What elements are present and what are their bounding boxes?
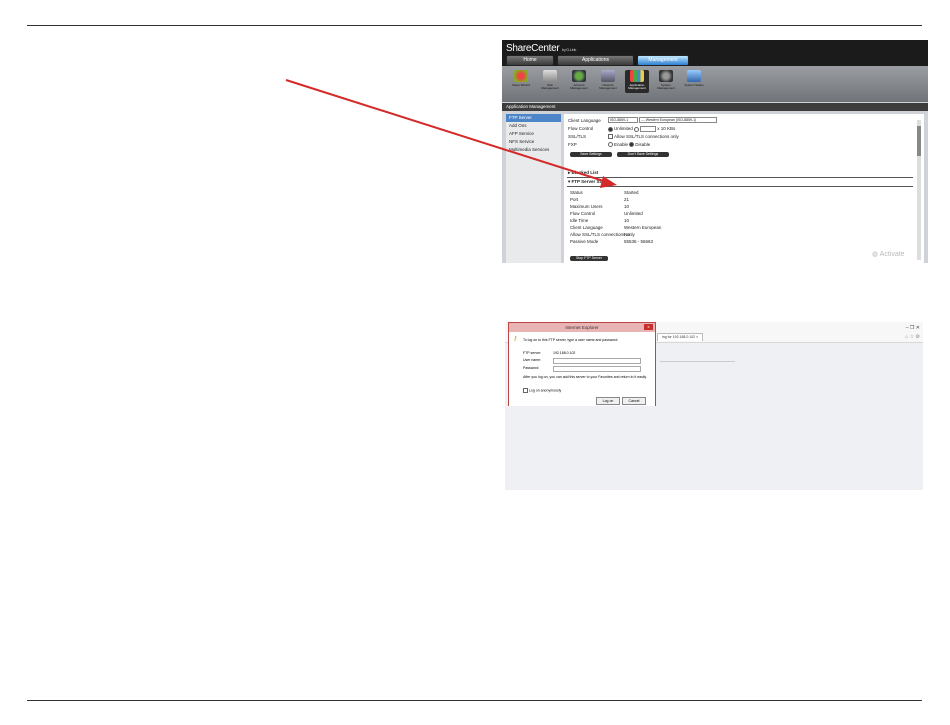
arrow-line xyxy=(285,79,611,184)
callout-arrow xyxy=(285,79,617,188)
arrow-head xyxy=(600,176,617,188)
